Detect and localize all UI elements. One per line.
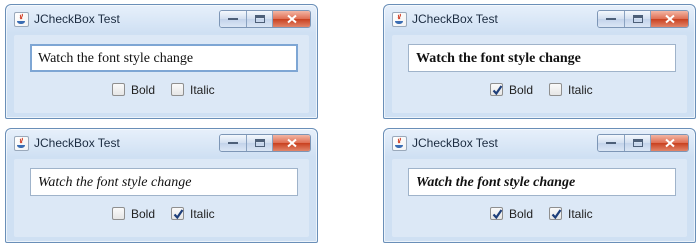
checkbox-row: Bold Italic bbox=[14, 82, 309, 100]
content-pane: Watch the font style change Bold Italic bbox=[392, 35, 687, 113]
close-button[interactable] bbox=[273, 135, 310, 151]
maximize-button[interactable] bbox=[247, 135, 273, 151]
close-button[interactable] bbox=[651, 11, 688, 27]
content-pane: Watch the font style change Bold Italic bbox=[14, 159, 309, 237]
window-title: JCheckBox Test bbox=[412, 136, 498, 150]
minimize-icon bbox=[228, 142, 238, 144]
jcheckbox-window-4: JCheckBox Test Watch the font style chan… bbox=[383, 128, 696, 243]
text-field[interactable]: Watch the font style change bbox=[408, 168, 676, 196]
java-icon[interactable] bbox=[14, 12, 29, 27]
content-pane: Watch the font style change Bold Italic bbox=[392, 159, 687, 237]
checkbox-box bbox=[490, 83, 503, 96]
window-title: JCheckBox Test bbox=[34, 136, 120, 150]
minimize-icon bbox=[228, 18, 238, 20]
italic-label: Italic bbox=[190, 207, 215, 221]
window-title: JCheckBox Test bbox=[34, 12, 120, 26]
java-icon[interactable] bbox=[392, 136, 407, 151]
close-button[interactable] bbox=[651, 135, 688, 151]
maximize-icon bbox=[254, 15, 265, 23]
bold-label: Bold bbox=[509, 83, 534, 97]
close-button[interactable] bbox=[273, 11, 310, 27]
checkbox-box bbox=[549, 83, 562, 96]
close-icon bbox=[664, 138, 675, 148]
maximize-icon bbox=[632, 139, 643, 147]
minimize-button[interactable] bbox=[220, 135, 247, 151]
checkmark-icon bbox=[551, 209, 562, 220]
bold-label: Bold bbox=[509, 207, 534, 221]
maximize-icon bbox=[632, 15, 643, 23]
close-icon bbox=[286, 138, 297, 148]
title-bar[interactable]: JCheckBox Test bbox=[6, 5, 317, 35]
title-bar[interactable]: JCheckBox Test bbox=[384, 129, 695, 159]
checkbox-box bbox=[112, 83, 125, 96]
minimize-button[interactable] bbox=[220, 11, 247, 27]
maximize-button[interactable] bbox=[625, 135, 651, 151]
minimize-icon bbox=[606, 142, 616, 144]
checkbox-row: Bold Italic bbox=[392, 82, 687, 100]
checkmark-icon bbox=[173, 209, 184, 220]
checkmark-icon bbox=[492, 209, 503, 220]
italic-label: Italic bbox=[568, 207, 593, 221]
italic-label: Italic bbox=[190, 83, 215, 97]
checkbox-box bbox=[171, 83, 184, 96]
checkbox-box bbox=[171, 207, 184, 220]
title-bar[interactable]: JCheckBox Test bbox=[6, 129, 317, 159]
checkmark-icon bbox=[492, 85, 503, 96]
minimize-button[interactable] bbox=[598, 11, 625, 27]
close-icon bbox=[664, 14, 675, 24]
jcheckbox-window-1: JCheckBox Test Watch the font style chan… bbox=[5, 4, 318, 119]
italic-label: Italic bbox=[568, 83, 593, 97]
checkbox-row: Bold Italic bbox=[14, 206, 309, 224]
text-field[interactable]: Watch the font style change bbox=[408, 44, 676, 72]
maximize-button[interactable] bbox=[625, 11, 651, 27]
text-field[interactable]: Watch the font style change bbox=[30, 168, 298, 196]
maximize-icon bbox=[254, 139, 265, 147]
caption-buttons bbox=[219, 134, 311, 152]
jcheckbox-window-2: JCheckBox Test Watch the font style chan… bbox=[383, 4, 696, 119]
minimize-icon bbox=[606, 18, 616, 20]
caption-buttons bbox=[597, 10, 689, 28]
window-title: JCheckBox Test bbox=[412, 12, 498, 26]
close-icon bbox=[286, 14, 297, 24]
java-icon[interactable] bbox=[14, 136, 29, 151]
java-icon[interactable] bbox=[392, 12, 407, 27]
text-field[interactable]: Watch the font style change bbox=[30, 44, 298, 72]
checkbox-box bbox=[112, 207, 125, 220]
jcheckbox-window-3: JCheckBox Test Watch the font style chan… bbox=[5, 128, 318, 243]
bold-label: Bold bbox=[131, 207, 156, 221]
checkbox-row: Bold Italic bbox=[392, 206, 687, 224]
caption-buttons bbox=[219, 10, 311, 28]
checkbox-box bbox=[549, 207, 562, 220]
maximize-button[interactable] bbox=[247, 11, 273, 27]
caption-buttons bbox=[597, 134, 689, 152]
checkbox-box bbox=[490, 207, 503, 220]
title-bar[interactable]: JCheckBox Test bbox=[384, 5, 695, 35]
bold-label: Bold bbox=[131, 83, 156, 97]
content-pane: Watch the font style change Bold Italic bbox=[14, 35, 309, 113]
minimize-button[interactable] bbox=[598, 135, 625, 151]
